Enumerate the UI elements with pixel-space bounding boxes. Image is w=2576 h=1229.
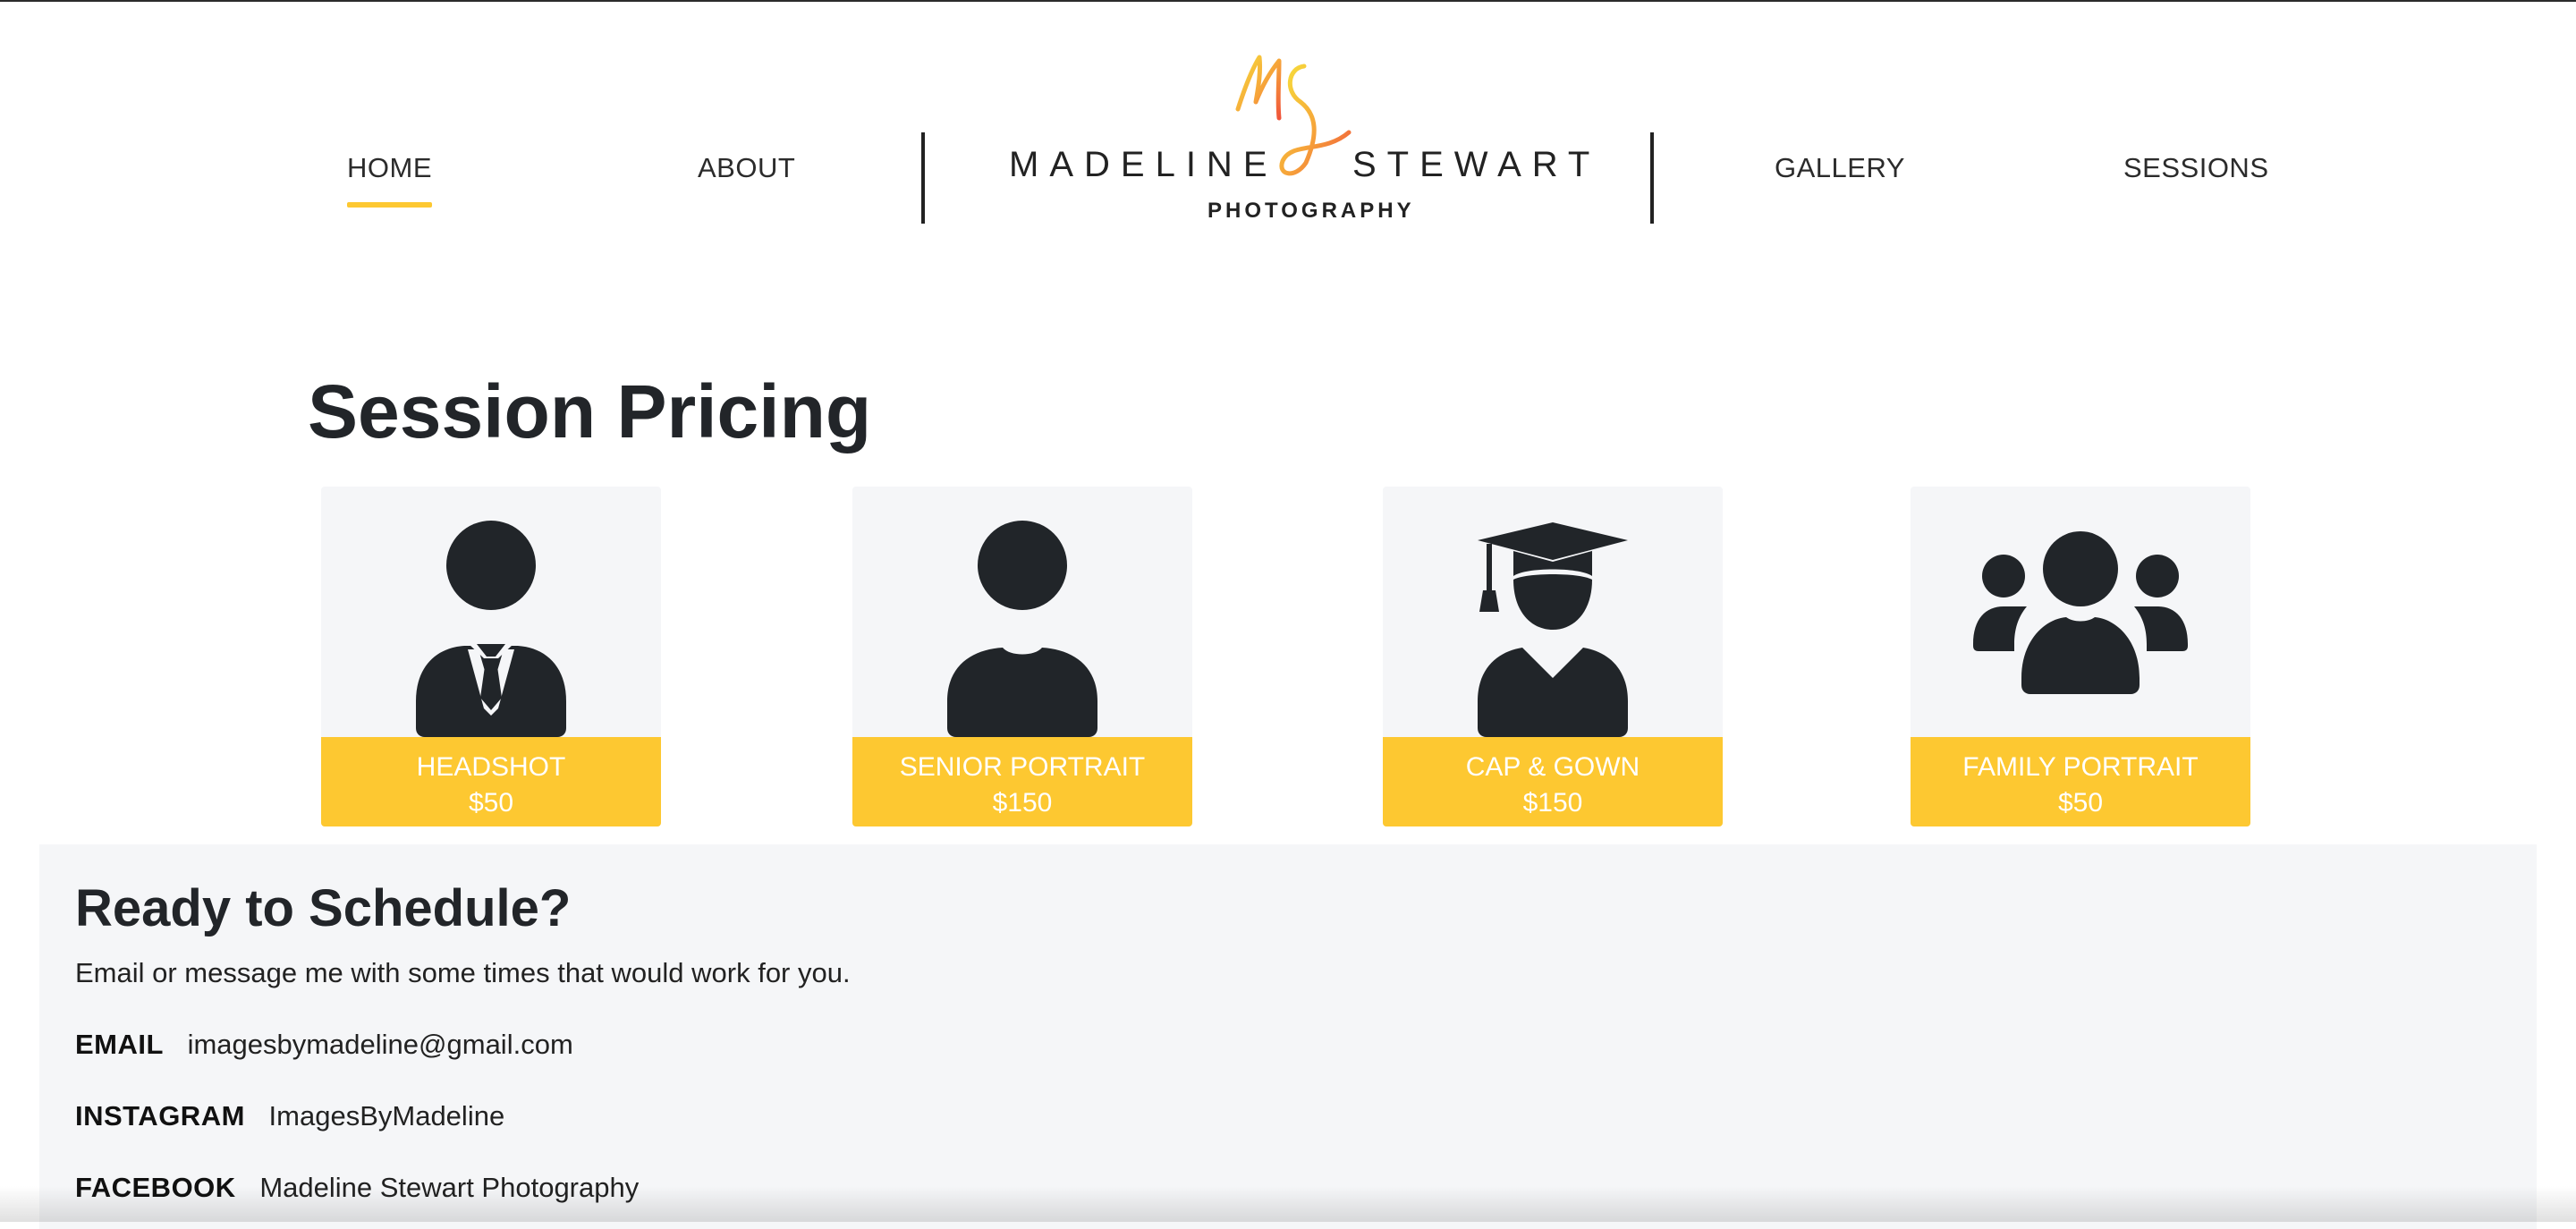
schedule-description: Email or message me with some times that…: [75, 957, 851, 988]
contact-label: INSTAGRAM: [75, 1100, 245, 1132]
pricing-card-family-portrait[interactable]: FAMILY PORTRAIT $50: [1911, 487, 2250, 826]
card-footer: SENIOR PORTRAIT $150: [852, 737, 1192, 826]
nav-divider-left: [921, 132, 925, 224]
card-title: SENIOR PORTRAIT: [899, 752, 1146, 782]
card-price: $150: [1522, 788, 1583, 818]
site-logo[interactable]: MADELINE STEWART PHOTOGRAPHY: [1002, 38, 1589, 234]
section-title: Session Pricing: [308, 369, 872, 453]
card-price: $150: [992, 788, 1053, 818]
card-price: $50: [468, 788, 514, 818]
logo-first-name: MADELINE: [1009, 145, 1278, 184]
nav-divider-right: [1650, 132, 1654, 224]
facebook-link[interactable]: Madeline Stewart Photography: [259, 1172, 639, 1203]
card-footer: FAMILY PORTRAIT $50: [1911, 737, 2250, 826]
email-link[interactable]: imagesbymadeline@gmail.com: [188, 1029, 573, 1060]
contact-label: EMAIL: [75, 1029, 164, 1060]
schedule-section: Ready to Schedule? Email or message me w…: [39, 844, 2537, 1229]
card-footer: CAP & GOWN $150: [1383, 737, 1723, 826]
contact-instagram-row: INSTAGRAM ImagesByMadeline: [75, 1100, 504, 1132]
active-nav-indicator: [347, 202, 432, 208]
pricing-card-cap-and-gown[interactable]: CAP & GOWN $150: [1383, 487, 1723, 826]
graduate-icon: [1478, 522, 1628, 737]
schedule-title: Ready to Schedule?: [75, 879, 572, 937]
contact-label: FACEBOOK: [75, 1172, 236, 1203]
businessman-icon: [416, 521, 566, 737]
person-icon: [947, 521, 1097, 737]
nav-gallery-link[interactable]: GALLERY: [1775, 152, 1905, 184]
nav-home-link[interactable]: HOME: [347, 152, 432, 208]
contact-facebook-row: FACEBOOK Madeline Stewart Photography: [75, 1172, 639, 1204]
card-title: CAP & GOWN: [1465, 752, 1640, 782]
contact-email-row: EMAIL imagesbymadeline@gmail.com: [75, 1029, 573, 1061]
card-footer: HEADSHOT $50: [321, 737, 661, 826]
pricing-card-headshot[interactable]: HEADSHOT $50: [321, 487, 661, 826]
card-price: $50: [2057, 788, 2104, 818]
instagram-link[interactable]: ImagesByMadeline: [269, 1100, 505, 1132]
nav-sessions-link[interactable]: SESSIONS: [2123, 152, 2269, 184]
card-title: FAMILY PORTRAIT: [1962, 752, 2199, 782]
nav-home-label: HOME: [347, 152, 432, 183]
logo-subtitle: PHOTOGRAPHY: [1208, 199, 1415, 223]
pricing-card-senior-portrait[interactable]: SENIOR PORTRAIT $150: [852, 487, 1192, 826]
card-title: HEADSHOT: [416, 752, 566, 782]
nav-about-link[interactable]: ABOUT: [698, 152, 795, 184]
group-icon: [1973, 531, 2188, 694]
logo-last-name: STEWART: [1352, 145, 1601, 184]
